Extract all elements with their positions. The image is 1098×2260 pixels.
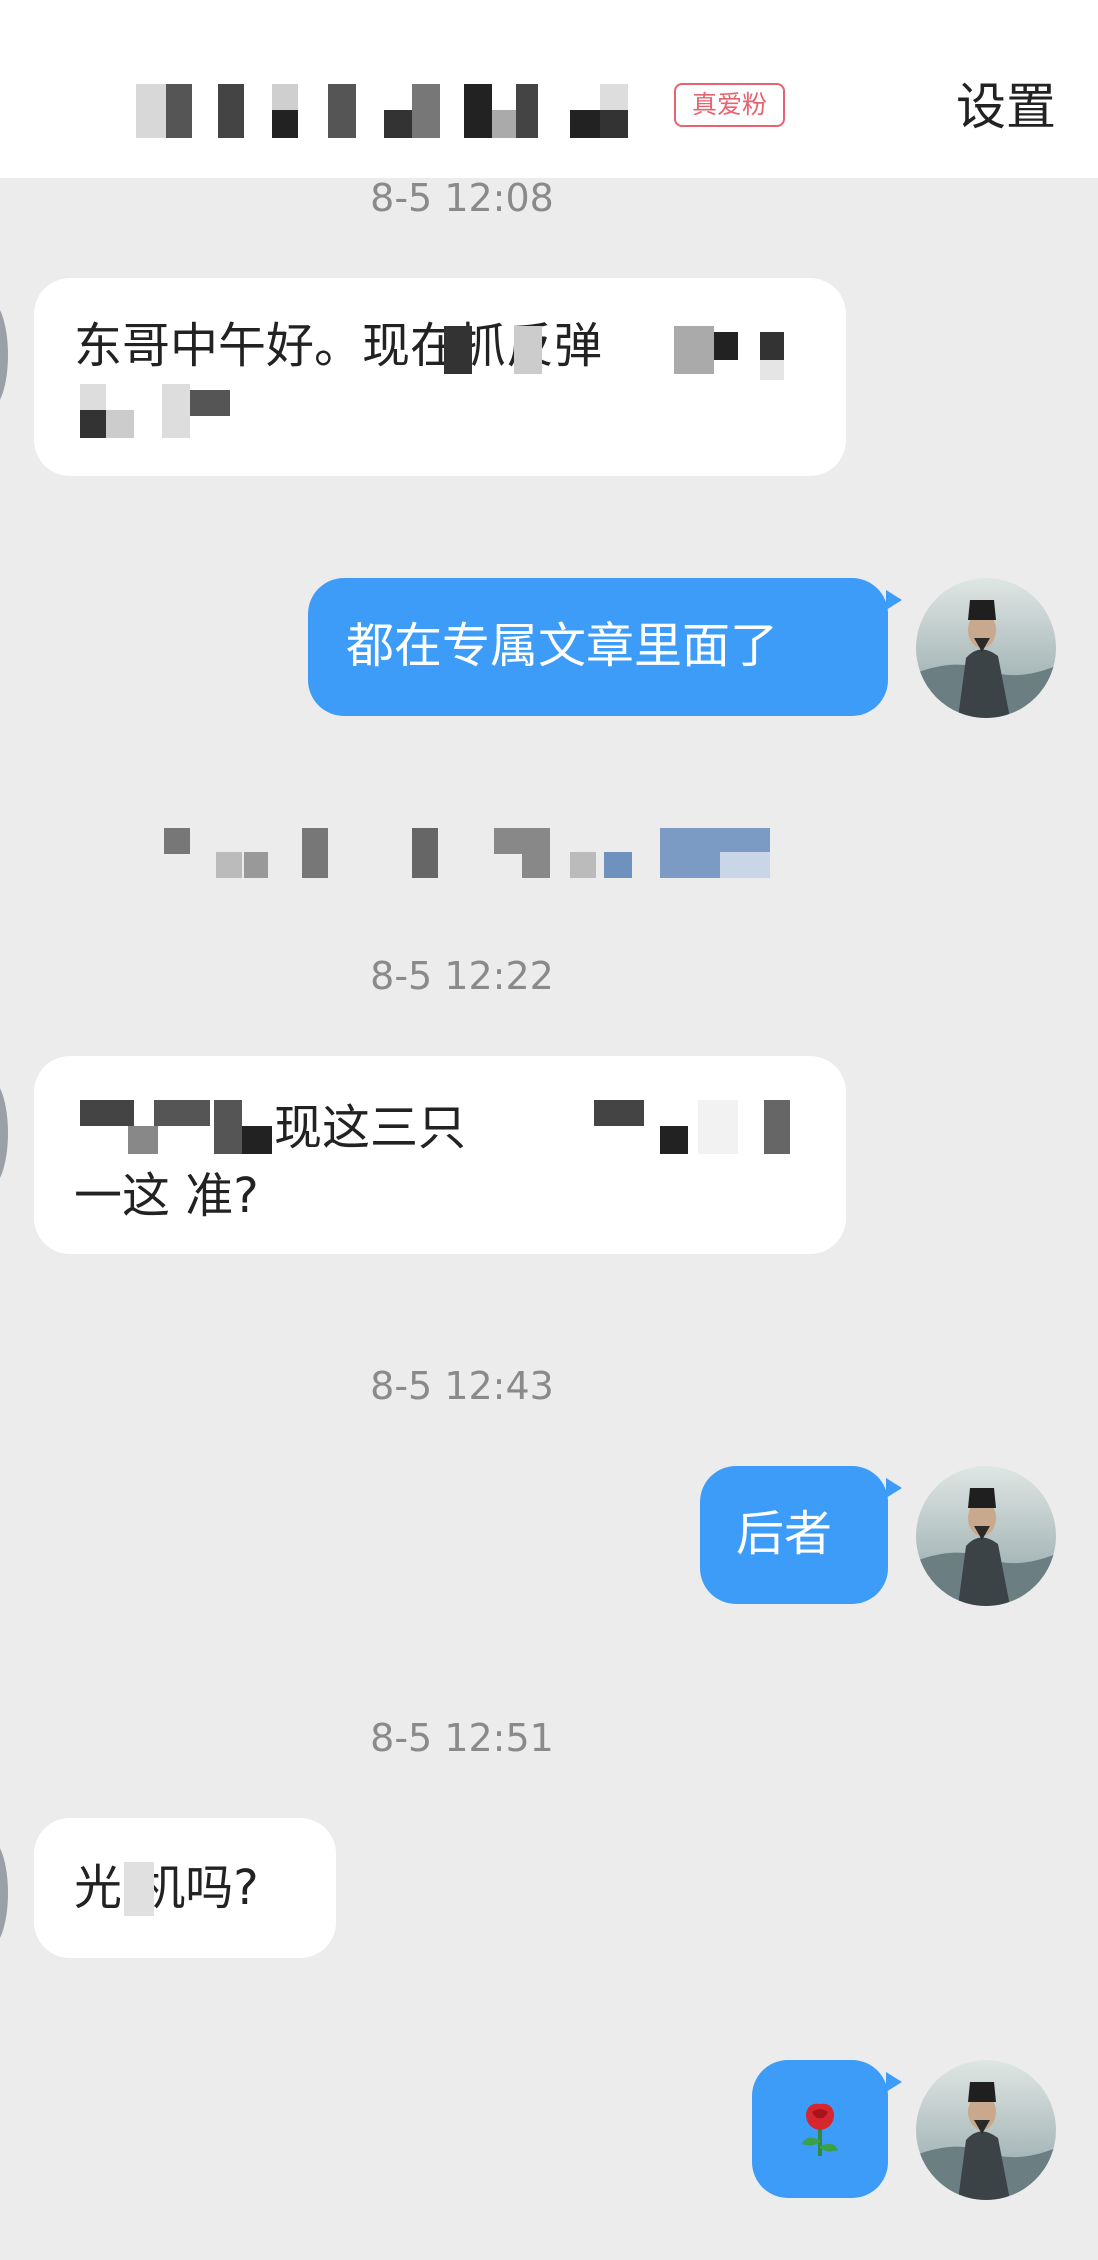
timestamp: 8-5 12:08 [370,176,554,220]
my-avatar[interactable] [916,578,1056,718]
timestamp: 8-5 12:51 [370,1716,554,1760]
outgoing-message-bubble[interactable]: 都在专属文章里面了 [308,578,888,716]
incoming-message-bubble[interactable]: 现这三只 一这 准? [34,1056,846,1254]
incoming-message-bubble[interactable]: 光 机吗? [34,1818,336,1958]
outgoing-message-bubble[interactable]: 后者 [700,1466,888,1604]
outgoing-sticker-bubble[interactable] [752,2060,888,2198]
avatar-image [916,1466,1056,1606]
rose-icon [802,2103,838,2156]
incoming-message-text: 一这 准? [74,1168,259,1224]
incoming-message-bubble[interactable]: 东哥中午好。现在抓反弹 [34,278,846,476]
true-fan-badge: 真爱粉 [674,83,785,127]
settings-button[interactable]: 设置 [946,74,1056,140]
contact-name-redacted [136,80,656,144]
redacted-notice [160,824,780,884]
bubble-tail [886,2072,902,2092]
bubble-tail [886,1478,902,1498]
outgoing-message-text: 后者 [736,1506,833,1562]
incoming-message-text: 光 机吗? [74,1860,259,1916]
avatar-image [916,578,1056,718]
avatar-image [916,2060,1056,2200]
contact-avatar-edge[interactable] [0,300,8,410]
contact-avatar-edge[interactable] [0,1078,8,1188]
timestamp: 8-5 12:43 [370,1364,554,1408]
incoming-message-text: 现这三只 [274,1100,467,1156]
my-avatar[interactable] [916,1466,1056,1606]
chat-header: 真爱粉 设置 [0,0,1098,178]
bubble-tail [886,590,902,610]
outgoing-message-text: 都在专属文章里面了 [346,618,779,674]
timestamp: 8-5 12:22 [370,954,554,998]
my-avatar[interactable] [916,2060,1056,2200]
contact-avatar-edge[interactable] [0,1838,8,1948]
